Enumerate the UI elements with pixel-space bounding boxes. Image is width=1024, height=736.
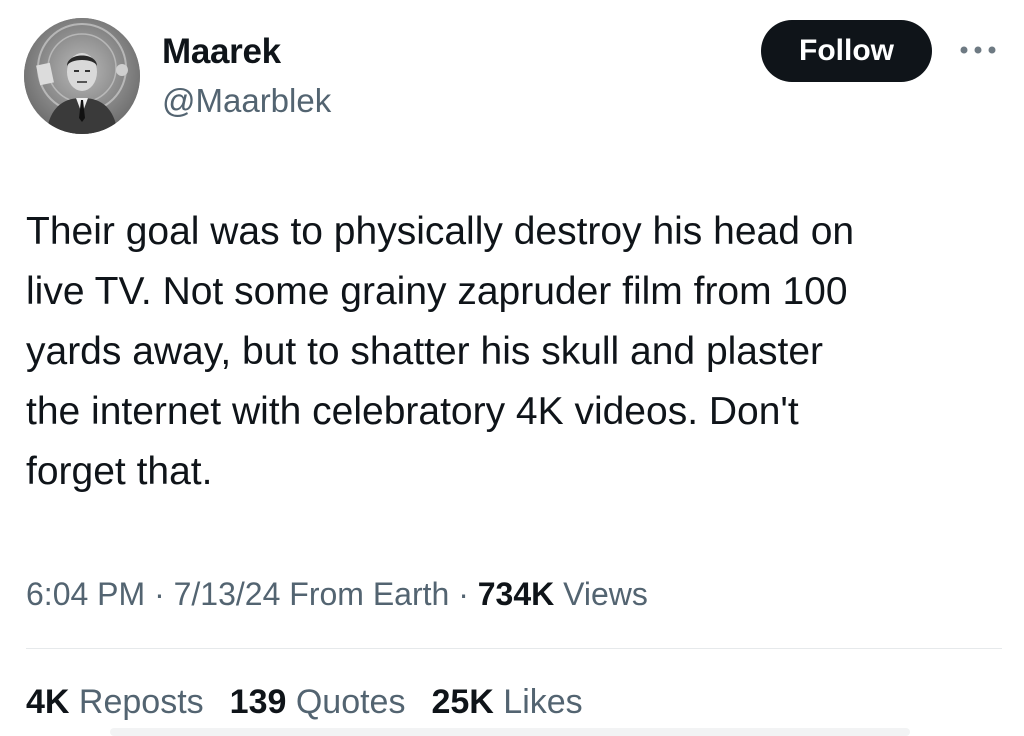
tweet-text: Their goal was to physically destroy his… [26, 210, 855, 493]
avatar-image [24, 18, 140, 134]
author-display-name[interactable]: Maarek [162, 30, 281, 74]
quotes-label: Quotes [295, 683, 406, 721]
more-horizontal-icon [960, 46, 996, 54]
reposts-label: Reposts [78, 683, 204, 721]
meta-separator: · [145, 576, 174, 612]
divider [26, 648, 1002, 649]
follow-button[interactable]: Follow [761, 20, 932, 82]
quotes-stat[interactable]: 139 Quotes [230, 680, 406, 724]
avatar[interactable] [24, 18, 140, 134]
tweet-date[interactable]: 7/13/24 [174, 576, 281, 612]
more-options-button[interactable] [952, 30, 1004, 70]
cropped-edge [110, 728, 910, 736]
meta-separator: · [449, 576, 478, 612]
tweet-metadata: 6:04 PM · 7/13/24 From Earth · 734K View… [26, 572, 648, 616]
likes-stat[interactable]: 25K Likes [431, 680, 582, 724]
reposts-count: 4K [26, 683, 70, 721]
views-count: 734K [477, 576, 555, 612]
engagement-stats: 4K Reposts 139 Quotes 25K Likes [26, 680, 583, 724]
reposts-stat[interactable]: 4K Reposts [26, 680, 204, 724]
tweet-source: From Earth [280, 576, 450, 612]
likes-label: Likes [503, 683, 583, 721]
quotes-count: 139 [229, 683, 287, 721]
views-label: Views [554, 576, 648, 612]
tweet-time[interactable]: 6:04 PM [26, 576, 145, 612]
likes-count: 25K [431, 683, 494, 721]
author-handle[interactable]: @Maarblek [162, 80, 331, 122]
